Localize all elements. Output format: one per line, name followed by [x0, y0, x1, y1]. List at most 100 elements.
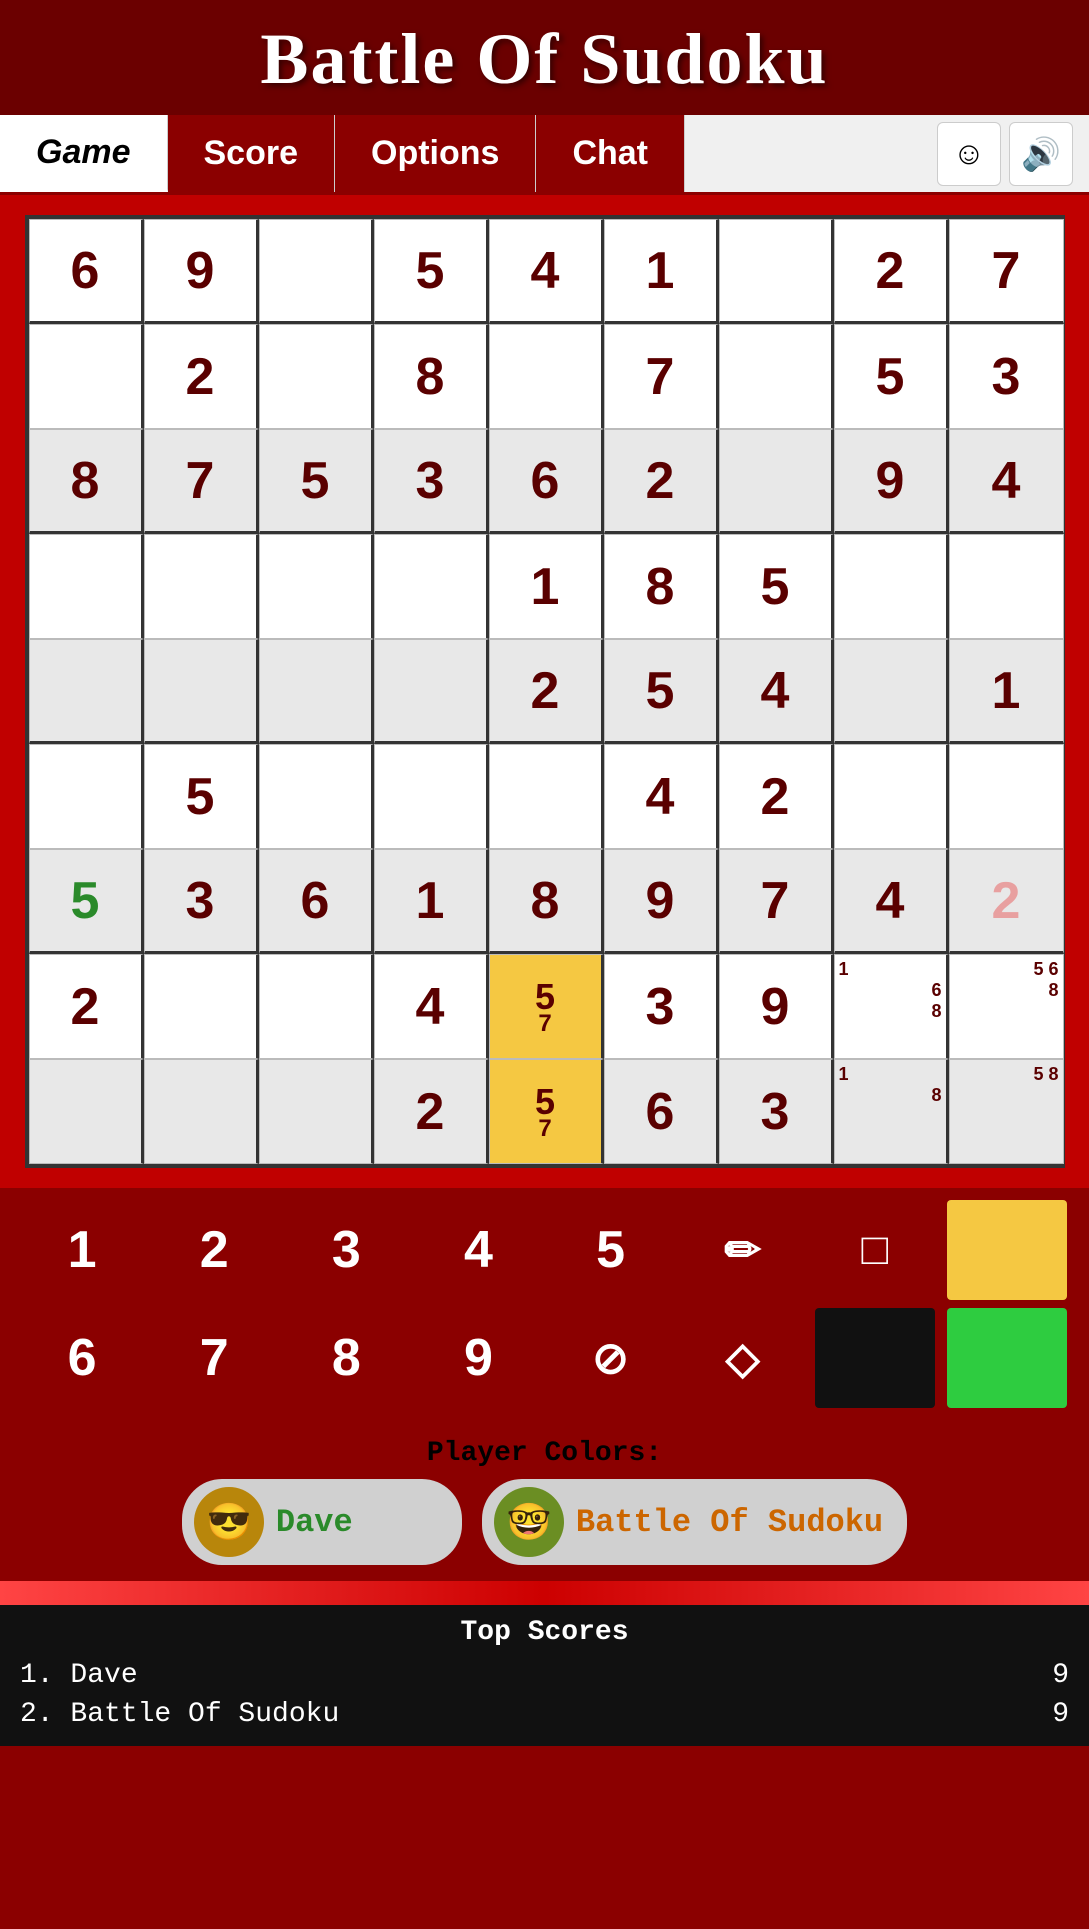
- cell-7-3[interactable]: 4: [374, 954, 489, 1059]
- cell-4-8[interactable]: 1: [949, 639, 1064, 744]
- numpad-6[interactable]: 6: [22, 1308, 142, 1408]
- cell-4-7[interactable]: [834, 639, 949, 744]
- cell-4-6[interactable]: 4: [719, 639, 834, 744]
- pencil-button[interactable]: ✏: [683, 1200, 803, 1300]
- cell-4-0[interactable]: [29, 639, 144, 744]
- cell-0-6[interactable]: [719, 219, 834, 324]
- cell-1-6[interactable]: [719, 324, 834, 429]
- sound-button[interactable]: 🔊: [1009, 122, 1073, 186]
- cell-3-1[interactable]: [144, 534, 259, 639]
- cell-8-5[interactable]: 6: [604, 1059, 719, 1164]
- cell-7-2[interactable]: [259, 954, 374, 1059]
- cell-4-2[interactable]: [259, 639, 374, 744]
- numpad-4[interactable]: 4: [418, 1200, 538, 1300]
- cell-5-0[interactable]: [29, 744, 144, 849]
- cell-6-3[interactable]: 1: [374, 849, 489, 954]
- numpad-5[interactable]: 5: [551, 1200, 671, 1300]
- green-color-btn[interactable]: [947, 1308, 1067, 1408]
- cell-3-3[interactable]: [374, 534, 489, 639]
- no-button[interactable]: ⊘: [551, 1308, 671, 1408]
- cell-1-2[interactable]: [259, 324, 374, 429]
- square-button[interactable]: □: [815, 1200, 935, 1300]
- cell-7-8[interactable]: 5 6 8: [949, 954, 1064, 1059]
- cell-8-7[interactable]: 1 8: [834, 1059, 949, 1164]
- cell-6-0[interactable]: 5: [29, 849, 144, 954]
- cell-8-0[interactable]: [29, 1059, 144, 1164]
- numpad-8[interactable]: 8: [286, 1308, 406, 1408]
- cell-3-8[interactable]: [949, 534, 1064, 639]
- numpad-7[interactable]: 7: [154, 1308, 274, 1408]
- cell-8-6[interactable]: 3: [719, 1059, 834, 1164]
- cell-2-3[interactable]: 3: [374, 429, 489, 534]
- cell-2-8[interactable]: 4: [949, 429, 1064, 534]
- cell-4-5[interactable]: 5: [604, 639, 719, 744]
- cell-2-2[interactable]: 5: [259, 429, 374, 534]
- cell-1-4[interactable]: [489, 324, 604, 429]
- yellow-color-btn[interactable]: [947, 1200, 1067, 1300]
- cell-5-3[interactable]: [374, 744, 489, 849]
- fill-button[interactable]: ◇: [683, 1308, 803, 1408]
- cell-2-6[interactable]: [719, 429, 834, 534]
- cell-3-4[interactable]: 1: [489, 534, 604, 639]
- cell-1-7[interactable]: 5: [834, 324, 949, 429]
- tab-score[interactable]: Score: [168, 115, 336, 192]
- cell-1-5[interactable]: 7: [604, 324, 719, 429]
- cell-3-7[interactable]: [834, 534, 949, 639]
- cell-5-6[interactable]: 2: [719, 744, 834, 849]
- cell-2-5[interactable]: 2: [604, 429, 719, 534]
- cell-6-4[interactable]: 8: [489, 849, 604, 954]
- cell-8-1[interactable]: [144, 1059, 259, 1164]
- cell-0-3[interactable]: 5: [374, 219, 489, 324]
- cell-3-0[interactable]: [29, 534, 144, 639]
- cell-0-2[interactable]: [259, 219, 374, 324]
- cell-6-1[interactable]: 3: [144, 849, 259, 954]
- cell-8-8[interactable]: 5 8: [949, 1059, 1064, 1164]
- cell-0-8[interactable]: 7: [949, 219, 1064, 324]
- cell-6-6[interactable]: 7: [719, 849, 834, 954]
- tab-chat[interactable]: Chat: [536, 115, 685, 192]
- cell-8-2[interactable]: [259, 1059, 374, 1164]
- cell-4-1[interactable]: [144, 639, 259, 744]
- cell-8-4[interactable]: 57: [489, 1059, 604, 1164]
- numpad-3[interactable]: 3: [286, 1200, 406, 1300]
- cell-1-1[interactable]: 2: [144, 324, 259, 429]
- cell-3-5[interactable]: 8: [604, 534, 719, 639]
- cell-5-1[interactable]: 5: [144, 744, 259, 849]
- cell-3-2[interactable]: [259, 534, 374, 639]
- cell-2-0[interactable]: 8: [29, 429, 144, 534]
- cell-1-0[interactable]: [29, 324, 144, 429]
- cell-6-5[interactable]: 9: [604, 849, 719, 954]
- cell-7-1[interactable]: [144, 954, 259, 1059]
- cell-8-3[interactable]: 2: [374, 1059, 489, 1164]
- cell-1-3[interactable]: 8: [374, 324, 489, 429]
- cell-7-4[interactable]: 57: [489, 954, 604, 1059]
- cell-7-6[interactable]: 9: [719, 954, 834, 1059]
- cell-6-8[interactable]: 2: [949, 849, 1064, 954]
- cell-0-7[interactable]: 2: [834, 219, 949, 324]
- cell-5-8[interactable]: [949, 744, 1064, 849]
- cell-0-5[interactable]: 1: [604, 219, 719, 324]
- cell-5-7[interactable]: [834, 744, 949, 849]
- emoji-button[interactable]: ☺: [937, 122, 1001, 186]
- cell-6-2[interactable]: 6: [259, 849, 374, 954]
- tab-options[interactable]: Options: [335, 115, 536, 192]
- cell-2-7[interactable]: 9: [834, 429, 949, 534]
- cell-3-6[interactable]: 5: [719, 534, 834, 639]
- numpad-2[interactable]: 2: [154, 1200, 274, 1300]
- cell-0-1[interactable]: 9: [144, 219, 259, 324]
- cell-7-0[interactable]: 2: [29, 954, 144, 1059]
- cell-4-3[interactable]: [374, 639, 489, 744]
- cell-7-5[interactable]: 3: [604, 954, 719, 1059]
- black-color-btn[interactable]: [815, 1308, 935, 1408]
- cell-7-7[interactable]: 1 6 8: [834, 954, 949, 1059]
- cell-2-4[interactable]: 6: [489, 429, 604, 534]
- cell-5-5[interactable]: 4: [604, 744, 719, 849]
- cell-5-2[interactable]: [259, 744, 374, 849]
- cell-0-4[interactable]: 4: [489, 219, 604, 324]
- cell-6-7[interactable]: 4: [834, 849, 949, 954]
- cell-0-0[interactable]: 6: [29, 219, 144, 324]
- tab-game[interactable]: Game: [0, 115, 168, 192]
- cell-1-8[interactable]: 3: [949, 324, 1064, 429]
- cell-4-4[interactable]: 2: [489, 639, 604, 744]
- numpad-9[interactable]: 9: [418, 1308, 538, 1408]
